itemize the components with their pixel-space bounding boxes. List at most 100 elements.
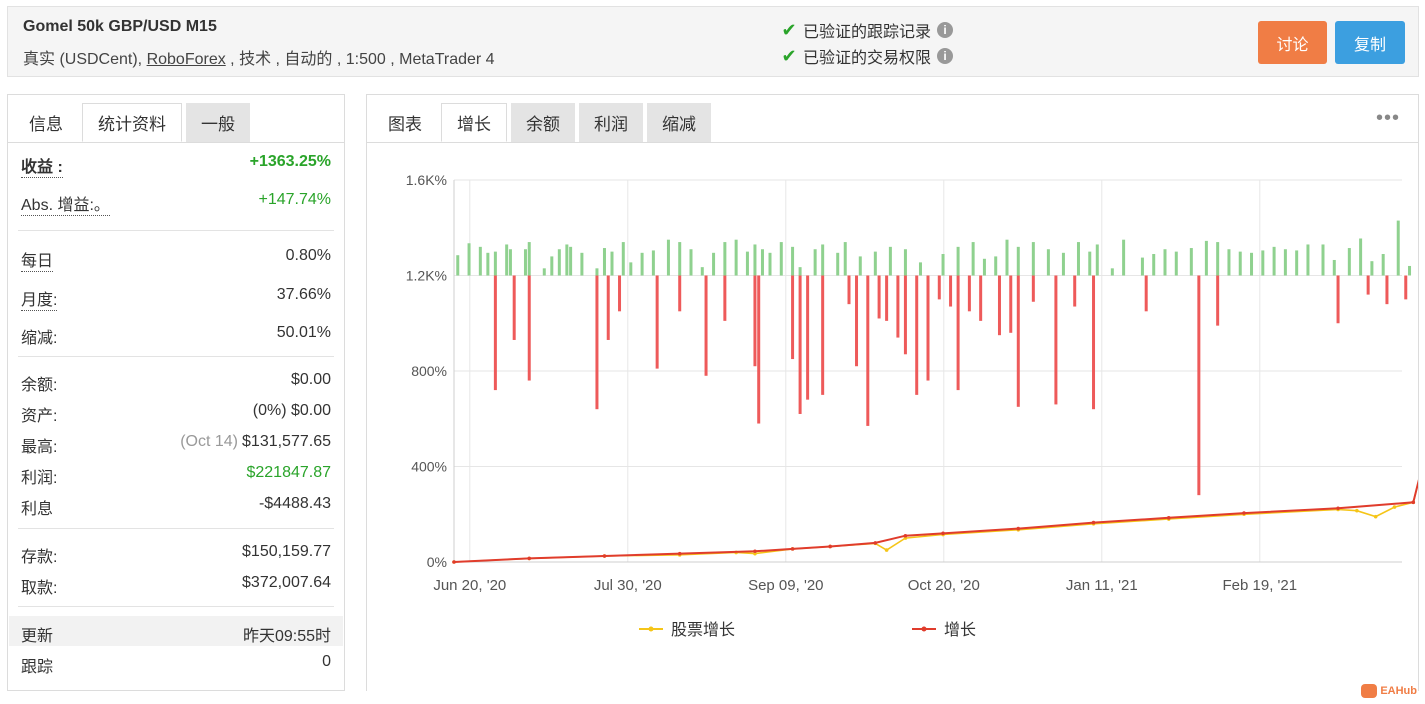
stat-highest-value-wrap: (Oct 14) $131,577.65 bbox=[180, 433, 331, 451]
positive-bar bbox=[745, 251, 749, 276]
stat-highest: 最高: (Oct 14) $131,577.65 bbox=[21, 429, 331, 457]
tab-balance[interactable]: 余额 bbox=[511, 103, 575, 142]
positive-bar bbox=[994, 256, 998, 276]
tab-statistics[interactable]: 统计资料 bbox=[82, 103, 182, 142]
stat-monthly-value: 37.66% bbox=[276, 286, 331, 303]
stat-monthly-label[interactable]: 月度: bbox=[21, 286, 58, 311]
stat-highest-value: $131,577.65 bbox=[242, 433, 331, 450]
check-icon: ✔ bbox=[781, 19, 797, 40]
account-title: Gomel 50k GBP/USD M15 bbox=[23, 18, 217, 35]
check-icon: ✔ bbox=[781, 45, 797, 66]
positive-bar bbox=[1332, 259, 1336, 276]
positive-bar bbox=[689, 249, 693, 276]
positive-bar bbox=[1272, 246, 1276, 276]
negative-bar bbox=[855, 275, 859, 367]
positive-bar bbox=[1095, 244, 1099, 276]
tab-info[interactable]: 信息 bbox=[14, 103, 78, 142]
positive-bar bbox=[1295, 250, 1299, 276]
positive-bar bbox=[557, 249, 561, 276]
negative-bar bbox=[1197, 275, 1201, 496]
positive-bar bbox=[836, 252, 840, 276]
stat-daily-label[interactable]: 每日 bbox=[21, 247, 54, 272]
stat-interest: 利息 -$4488.43 bbox=[21, 491, 331, 519]
positive-bar bbox=[595, 268, 599, 276]
x-tick-label: Sep 09, '20 bbox=[748, 577, 823, 594]
broker-link[interactable]: RoboForex bbox=[147, 51, 226, 68]
positive-bar bbox=[478, 246, 482, 276]
series-point bbox=[828, 544, 832, 549]
positive-bar bbox=[734, 239, 738, 276]
stat-gain: 收益 : +1363.25% bbox=[21, 149, 331, 178]
positive-bar bbox=[1122, 239, 1126, 276]
positive-bar bbox=[791, 246, 795, 276]
positive-bar bbox=[1088, 251, 1092, 276]
positive-bar bbox=[843, 242, 847, 276]
negative-bar bbox=[527, 275, 531, 381]
tab-profit[interactable]: 利润 bbox=[579, 103, 643, 142]
stat-drawdown: 缩减: 50.01% bbox=[21, 320, 331, 348]
negative-bar bbox=[903, 275, 907, 355]
series-point bbox=[1336, 506, 1340, 511]
positive-bar bbox=[629, 262, 633, 276]
series-point bbox=[1091, 520, 1096, 525]
positive-bar bbox=[1174, 251, 1178, 276]
x-tick-label: Feb 19, '21 bbox=[1223, 577, 1298, 594]
positive-bar bbox=[1110, 268, 1114, 276]
negative-bar bbox=[1054, 275, 1058, 405]
tab-chart[interactable]: 图表 bbox=[373, 103, 437, 142]
positive-bar bbox=[1046, 249, 1050, 276]
negative-bar bbox=[1031, 275, 1035, 302]
positive-bar bbox=[508, 249, 512, 276]
negative-bar bbox=[997, 275, 1001, 336]
watermark-text: EAHub bbox=[1380, 685, 1417, 697]
negative-bar bbox=[821, 275, 825, 395]
account-header: Gomel 50k GBP/USD M15 真实 (USDCent), Robo… bbox=[7, 6, 1419, 77]
positive-bar bbox=[768, 252, 772, 276]
series-point bbox=[941, 531, 945, 536]
stat-gain-label[interactable]: 收益 : bbox=[21, 153, 63, 178]
negative-bar bbox=[1144, 275, 1148, 312]
positive-bar bbox=[700, 267, 704, 276]
positive-bar bbox=[982, 258, 986, 276]
stat-balance: 余额: $0.00 bbox=[21, 367, 331, 395]
account-subtitle: 真实 (USDCent), RoboForex , 技术 , 自动的 , 1:5… bbox=[23, 45, 495, 69]
negative-bar bbox=[1404, 275, 1408, 300]
watermark: EAHub bbox=[1361, 684, 1417, 698]
positive-bar bbox=[1152, 254, 1156, 276]
positive-bar bbox=[858, 256, 862, 276]
more-options-icon[interactable]: ••• bbox=[1376, 107, 1400, 130]
positive-bar bbox=[602, 248, 606, 276]
positive-bar bbox=[493, 251, 497, 276]
positive-bar bbox=[873, 251, 877, 276]
positive-bar bbox=[621, 242, 625, 276]
negative-bar bbox=[847, 275, 851, 305]
stat-abs-gain-value: +147.74% bbox=[258, 191, 331, 208]
stat-daily: 每日 0.80% bbox=[21, 243, 331, 272]
stat-highest-label: 最高: bbox=[21, 439, 58, 456]
positive-bar bbox=[550, 256, 554, 276]
series-point bbox=[677, 551, 682, 556]
stat-abs-gain-label[interactable]: Abs. 增益:。 bbox=[21, 191, 110, 216]
positive-bar bbox=[580, 252, 584, 276]
positive-bar bbox=[486, 252, 490, 276]
tab-general[interactable]: 一般 bbox=[186, 103, 250, 142]
divider bbox=[18, 230, 334, 231]
positive-bar bbox=[712, 252, 716, 276]
info-icon[interactable]: i bbox=[937, 48, 954, 64]
discuss-button[interactable]: 讨论 bbox=[1258, 21, 1327, 64]
tab-growth[interactable]: 增长 bbox=[441, 103, 507, 142]
tab-drawdown[interactable]: 缩减 bbox=[647, 103, 711, 142]
negative-bar bbox=[791, 275, 795, 360]
info-icon[interactable]: i bbox=[937, 22, 954, 38]
stat-tracking: 跟踪 0 bbox=[21, 649, 331, 677]
stat-daily-value: 0.80% bbox=[285, 247, 331, 264]
negative-bar bbox=[493, 275, 497, 391]
positive-bar bbox=[1408, 265, 1412, 276]
divider bbox=[18, 356, 334, 357]
positive-bar bbox=[610, 251, 614, 276]
positive-bar bbox=[1031, 242, 1035, 276]
positive-bar bbox=[456, 255, 460, 276]
negative-bar bbox=[1092, 275, 1096, 410]
copy-button[interactable]: 复制 bbox=[1335, 21, 1405, 64]
series-point bbox=[452, 560, 456, 564]
